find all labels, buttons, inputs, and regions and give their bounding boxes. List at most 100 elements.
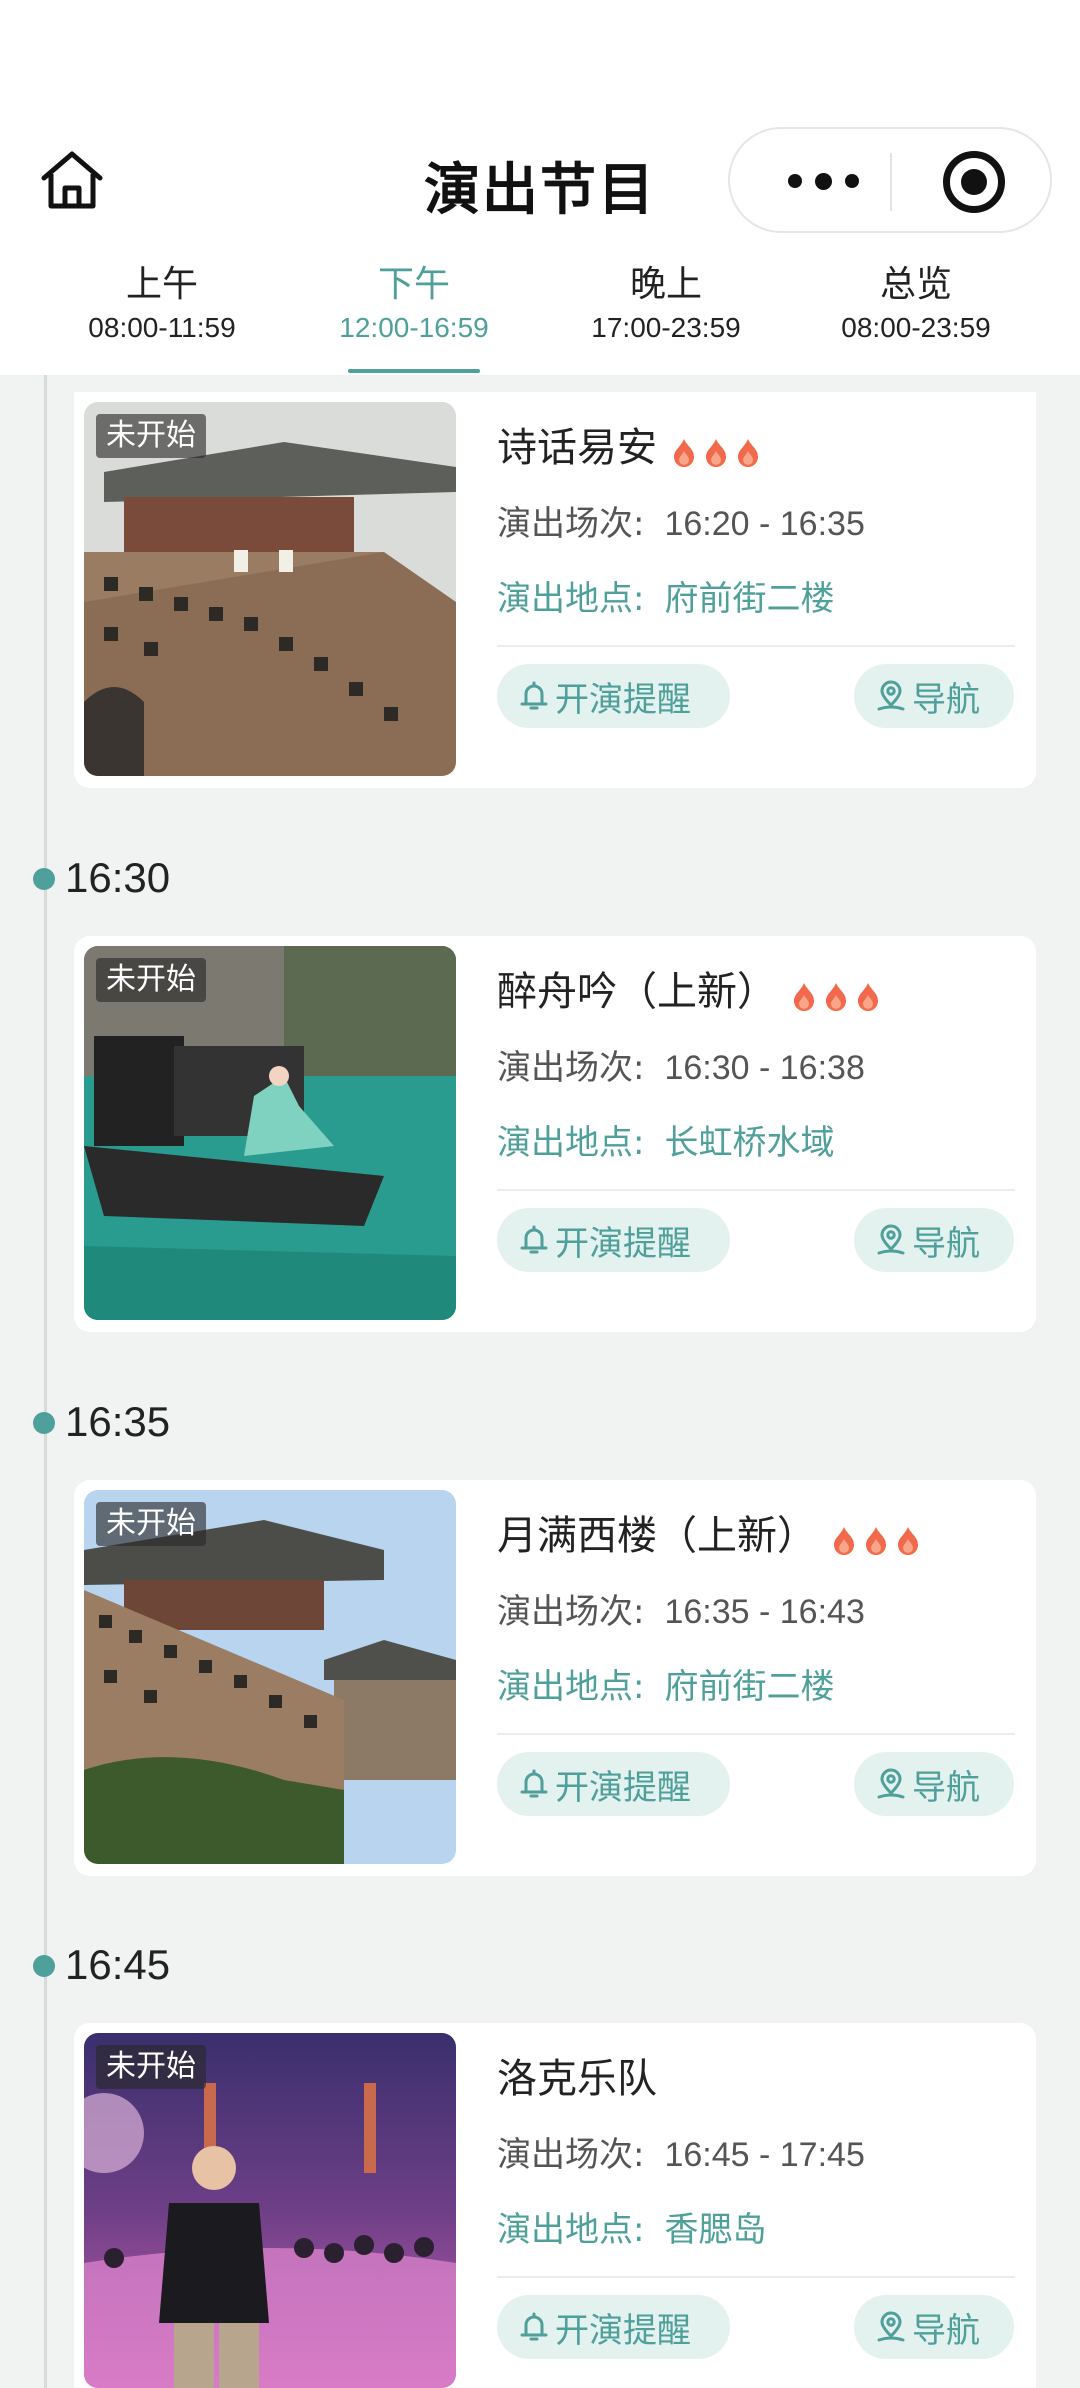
flame-icon [834,1527,854,1555]
tab-overview[interactable]: 总览 08:00-23:59 [786,262,1046,374]
divider [497,1733,1015,1735]
show-card[interactable]: 未开始 醉舟吟（上新） 演出场次: 16:30 - 16:38 演出地点: 长虹桥水… [74,936,1036,1332]
divider [497,2276,1015,2278]
bell-icon [520,2312,548,2341]
tab-range: 08:00-11:59 [88,312,236,343]
status-badge: 未开始 [96,2045,206,2089]
more-icon[interactable] [778,153,868,209]
location-icon [877,1224,905,1255]
session-time: 16:30 - 16:38 [664,1049,865,1087]
venue-name: 府前街二楼 [664,1667,835,1707]
flame-icon [674,439,694,467]
venue-name: 香腮岛 [664,2210,767,2250]
timeline-dot [33,1412,55,1434]
session-time: 16:45 - 17:45 [664,2136,865,2174]
venue-label: 演出地点: [497,2210,645,2250]
timeline-dot [33,868,55,890]
show-title-text: 诗话易安 [497,425,657,471]
show-venue: 演出地点: 长虹桥水域 [497,1119,834,1167]
navigate-label: 导航 [912,1767,980,1808]
tab-label: 总览 [879,264,952,305]
navigate-label: 导航 [912,1223,980,1264]
time-group-label: 16:35 [65,1398,171,1445]
show-title: 诗话易安 [497,420,767,478]
venue-label: 演出地点: [497,1123,645,1163]
period-tabs: 上午 08:00-11:59 下午 12:00-16:59 晚上 17:00-2… [0,262,1080,374]
show-session: 演出场次: 16:30 - 16:38 [497,1044,865,1092]
session-label: 演出场次: [497,2135,645,2175]
venue-name: 府前街二楼 [664,579,835,619]
tab-label: 晚上 [629,264,702,305]
show-title: 洛克乐队 [497,2051,657,2107]
remind-label: 开演提醒 [555,1767,691,1808]
time-group-label: 16:30 [65,854,171,901]
status-badge: 未开始 [96,414,206,458]
bell-icon [520,1225,548,1254]
timeline-line [44,375,47,2388]
top-bar: 演出节目 上午 08:00-11:59 下午 12:00-16:59 晚上 17… [0,0,1080,375]
bell-icon [520,681,548,710]
show-title-text: 醉舟吟（上新） [497,969,777,1015]
show-venue: 演出地点: 府前街二楼 [497,575,834,623]
remind-label: 开演提醒 [555,1223,691,1264]
status-badge: 未开始 [96,1502,206,1546]
show-title: 醉舟吟（上新） [497,964,887,1022]
navigate-button[interactable]: 导航 [854,664,1014,728]
popularity-flames [791,966,887,1022]
show-session: 演出场次: 16:45 - 17:45 [497,2131,865,2179]
tab-range: 08:00-23:59 [841,312,991,343]
tab-morning[interactable]: 上午 08:00-11:59 [32,262,292,374]
remind-button[interactable]: 开演提醒 [497,664,730,728]
tab-range: 12:00-16:59 [339,312,489,343]
navigate-button[interactable]: 导航 [854,1208,1014,1272]
remind-label: 开演提醒 [555,2310,691,2351]
remind-button[interactable]: 开演提醒 [497,1208,730,1272]
session-time: 16:35 - 16:43 [664,1593,865,1631]
timeline-dot [33,1955,55,1977]
show-venue: 演出地点: 府前街二楼 [497,1663,834,1711]
flame-icon [858,983,878,1011]
tab-afternoon[interactable]: 下午 12:00-16:59 [284,262,544,374]
tab-range: 17:00-23:59 [591,312,741,343]
venue-label: 演出地点: [497,1667,645,1707]
remind-label: 开演提醒 [555,679,691,720]
divider [497,1189,1015,1191]
show-title-text: 月满西楼（上新） [497,1513,817,1559]
show-photo: 未开始 [84,946,456,1320]
tab-evening[interactable]: 晚上 17:00-23:59 [536,262,796,374]
status-badge: 未开始 [96,958,206,1002]
show-venue: 演出地点: 香腮岛 [497,2206,766,2254]
capsule-divider [890,153,892,211]
location-icon [877,2311,905,2342]
show-card[interactable]: 未开始 月满西楼（上新） 演出场次: 16:35 - 16:43 演出地点: 府前街… [74,1480,1036,1876]
show-title: 月满西楼（上新） [497,1508,927,1566]
venue-label: 演出地点: [497,579,645,619]
session-time: 16:20 - 16:35 [664,505,865,543]
bell-icon [520,1769,548,1798]
active-tab-indicator [348,369,480,373]
close-target-icon[interactable] [943,151,1005,213]
session-label: 演出场次: [497,1048,645,1088]
show-card[interactable]: 未开始 诗话易安 演出场次: 16:20 - 16:35 演出地点: 府前街二楼 开… [74,392,1036,788]
navigate-label: 导航 [912,679,980,720]
flame-icon [826,983,846,1011]
session-label: 演出场次: [497,504,645,544]
flame-icon [794,983,814,1011]
navigate-button[interactable]: 导航 [854,1752,1014,1816]
show-session: 演出场次: 16:20 - 16:35 [497,500,865,548]
location-icon [877,680,905,711]
time-group-label: 16:45 [65,1941,171,1988]
navigate-label: 导航 [912,2310,980,2351]
popularity-flames [671,422,767,478]
venue-name: 长虹桥水域 [664,1123,835,1163]
flame-icon [866,1527,886,1555]
remind-button[interactable]: 开演提醒 [497,1752,730,1816]
show-session: 演出场次: 16:35 - 16:43 [497,1588,865,1636]
navigate-button[interactable]: 导航 [854,2295,1014,2359]
show-card[interactable]: 未开始 洛克乐队 演出场次: 16:45 - 17:45 演出地点: 香腮岛 开演提… [74,2023,1036,2388]
remind-button[interactable]: 开演提醒 [497,2295,730,2359]
tab-label: 上午 [125,264,198,305]
tab-label: 下午 [377,264,450,305]
flame-icon [706,439,726,467]
divider [497,645,1015,647]
